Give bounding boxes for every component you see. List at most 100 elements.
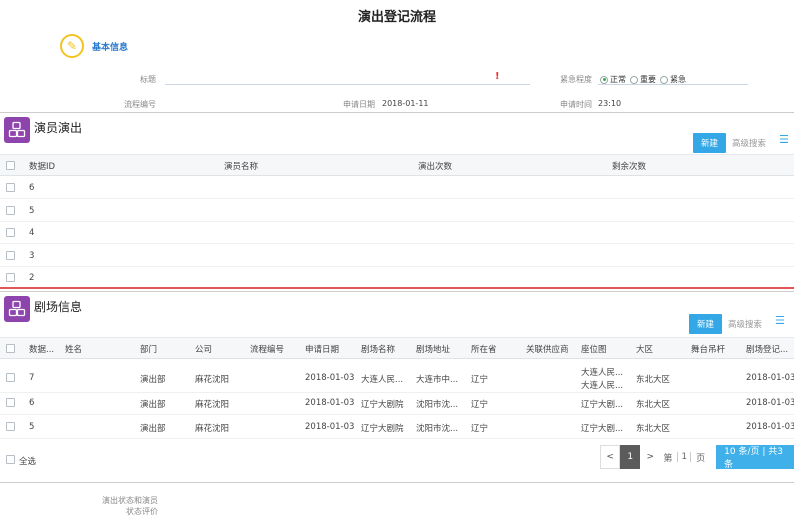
col-performance-count[interactable]: 演出次数 bbox=[418, 160, 452, 172]
col-seat-map[interactable]: 座位图 bbox=[581, 343, 607, 355]
row-id: 4 bbox=[29, 228, 35, 238]
row-id: 3 bbox=[29, 251, 35, 261]
actor-performance-title: 演员演出 bbox=[34, 121, 83, 135]
page-suffix: 页 bbox=[696, 453, 706, 464]
advanced-search-button[interactable]: 高级搜索 bbox=[728, 318, 762, 330]
col-theater-name[interactable]: 剧场名称 bbox=[361, 343, 395, 355]
cubes-icon bbox=[4, 296, 30, 322]
theater-info-title: 剧场信息 bbox=[34, 300, 83, 314]
next-page-button[interactable]: > bbox=[640, 445, 660, 469]
new-button[interactable]: 新建 bbox=[693, 133, 727, 153]
title-input[interactable] bbox=[165, 84, 530, 85]
row-checkbox[interactable] bbox=[6, 422, 15, 431]
apply-date-label: 申请日期 bbox=[343, 100, 375, 109]
footer-note: 演出状态和演员 状态评价 bbox=[60, 495, 158, 517]
cell-company: 麻花沈阳 bbox=[195, 375, 230, 385]
col-flow-no[interactable]: 流程编号 bbox=[250, 343, 284, 355]
row-id: 5 bbox=[29, 206, 35, 216]
cell-province: 辽宁 bbox=[471, 400, 489, 410]
select-all-checkbox[interactable] bbox=[6, 161, 15, 170]
theater-grid-header: 数据... 姓名 部门 公司 流程编号 申请日期 剧场名称 剧场地址 所在省 关… bbox=[0, 337, 794, 359]
select-all-footer-checkbox[interactable] bbox=[6, 455, 15, 464]
row-checkbox[interactable] bbox=[6, 398, 15, 407]
cell-province: 辽宁 bbox=[471, 424, 489, 434]
cell-date: 2018-01-03 bbox=[305, 422, 355, 432]
footer-line-1: 演出状态和演员 bbox=[102, 496, 158, 505]
cell-seat-map: 辽宁大剧... bbox=[581, 424, 624, 434]
cell-company: 麻花沈阳 bbox=[195, 424, 230, 434]
cell-address: 沈阳市沈... bbox=[416, 424, 459, 434]
cell-theater: 辽宁大剧院 bbox=[361, 424, 404, 434]
list-view-icon[interactable]: ☰ bbox=[779, 133, 789, 146]
pencil-icon: ✎ bbox=[60, 34, 84, 58]
row-checkbox[interactable] bbox=[6, 251, 15, 260]
current-page-button[interactable]: 1 bbox=[620, 445, 641, 469]
urgency-label: 紧急程度 bbox=[560, 75, 592, 84]
row-id: 2 bbox=[29, 273, 35, 283]
row-checkbox[interactable] bbox=[6, 206, 15, 215]
col-apply-date[interactable]: 申请日期 bbox=[305, 343, 339, 355]
pagination: < 1 > 第 1 页 10 条/页 | 共3条 bbox=[600, 445, 794, 470]
actor-grid-header: 数据ID 演员名称 演出次数 剩余次数 bbox=[0, 154, 794, 176]
cell-dept: 演出部 bbox=[140, 400, 166, 410]
cell-id: 6 bbox=[29, 398, 35, 408]
col-data-id[interactable]: 数据... bbox=[29, 343, 54, 355]
col-company[interactable]: 公司 bbox=[195, 343, 212, 355]
row-checkbox[interactable] bbox=[6, 273, 15, 282]
cell-date: 2018-01-03 bbox=[305, 398, 355, 408]
cell-id: 5 bbox=[29, 422, 35, 432]
col-name[interactable]: 姓名 bbox=[65, 343, 82, 355]
cell-dept: 演出部 bbox=[140, 424, 166, 434]
apply-time-label: 申请时间 bbox=[560, 100, 592, 109]
col-supplier[interactable]: 关联供应商 bbox=[526, 343, 569, 355]
row-checkbox[interactable] bbox=[6, 373, 15, 382]
cell-company: 麻花沈阳 bbox=[195, 400, 230, 410]
cell-reg-date: 2018-01-03 bbox=[746, 373, 794, 383]
required-mark: ! bbox=[495, 71, 500, 82]
cell-dept: 演出部 bbox=[140, 375, 166, 385]
cell-date: 2018-01-03 bbox=[305, 373, 355, 383]
col-remaining-count[interactable]: 剩余次数 bbox=[612, 160, 646, 172]
col-data-id[interactable]: 数据ID bbox=[29, 160, 55, 172]
cell-address: 沈阳市沈... bbox=[416, 400, 459, 410]
list-view-icon[interactable]: ☰ bbox=[775, 314, 785, 327]
col-theater-address[interactable]: 剧场地址 bbox=[416, 343, 450, 355]
cell-seat-map: 辽宁大剧... bbox=[581, 400, 624, 410]
cell-address: 大连市中... bbox=[416, 375, 459, 385]
basic-info-header: ✎ 基本信息 bbox=[60, 34, 128, 58]
row-id: 6 bbox=[29, 183, 35, 193]
col-stage-bar[interactable]: 舞台吊杆 bbox=[691, 343, 725, 355]
footer-line-2: 状态评价 bbox=[126, 507, 158, 516]
cell-region: 东北大区 bbox=[636, 375, 671, 385]
page-prefix: 第 bbox=[663, 453, 673, 464]
col-region[interactable]: 大区 bbox=[636, 343, 653, 355]
cell-seat-map: 大连人民... bbox=[581, 368, 624, 378]
cell-reg-date: 2018-01-03 bbox=[746, 422, 794, 432]
cell-reg-date: 2018-01-03 bbox=[746, 398, 794, 408]
actor-performance-panel: 演员演出 新建 高级搜索 ☰ 数据ID 演员名称 演出次数 剩余次数 6 5 4… bbox=[0, 112, 794, 289]
col-theater-reg[interactable]: 剧场登记... bbox=[746, 343, 788, 355]
cell-region: 东北大区 bbox=[636, 400, 671, 410]
col-actor-name[interactable]: 演员名称 bbox=[224, 160, 258, 172]
advanced-search-button[interactable]: 高级搜索 bbox=[732, 137, 766, 149]
select-all-checkbox[interactable] bbox=[6, 344, 15, 353]
page-input[interactable]: 1 bbox=[677, 452, 692, 462]
prev-page-button[interactable]: < bbox=[600, 445, 621, 469]
new-button[interactable]: 新建 bbox=[689, 314, 723, 334]
cell-theater: 大连人民... bbox=[361, 375, 404, 385]
cell-id: 7 bbox=[29, 373, 35, 383]
cell-theater: 辽宁大剧院 bbox=[361, 400, 404, 410]
page-title: 演出登记流程 bbox=[357, 10, 436, 25]
select-all-label: 全选 bbox=[19, 457, 37, 467]
title-label: 标题 bbox=[140, 75, 156, 84]
page-size-select[interactable]: 10 条/页 | 共3条 bbox=[716, 445, 794, 470]
flow-no-label: 流程编号 bbox=[124, 100, 156, 109]
cell-province: 辽宁 bbox=[471, 375, 489, 385]
urgency-underline bbox=[598, 84, 748, 85]
row-checkbox[interactable] bbox=[6, 228, 15, 237]
basic-info-label: 基本信息 bbox=[92, 42, 129, 53]
col-province[interactable]: 所在省 bbox=[471, 343, 497, 355]
row-checkbox[interactable] bbox=[6, 183, 15, 192]
cubes-icon bbox=[4, 117, 30, 143]
col-department[interactable]: 部门 bbox=[140, 343, 157, 355]
